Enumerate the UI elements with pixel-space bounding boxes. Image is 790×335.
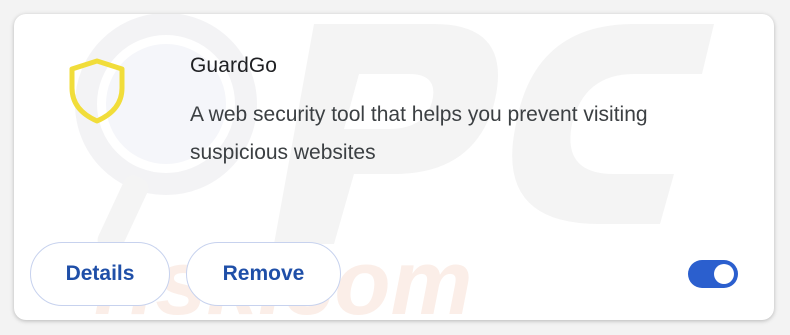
toggle-knob	[714, 264, 734, 284]
remove-button[interactable]: Remove	[186, 242, 341, 306]
extension-description: A web security tool that helps you preve…	[190, 103, 648, 164]
page-background: risk.com GuardGo A web security tool tha…	[0, 0, 790, 335]
shield-icon	[69, 58, 125, 124]
enable-toggle[interactable]	[688, 260, 738, 288]
extension-card: risk.com GuardGo A web security tool tha…	[14, 14, 774, 320]
extension-name: GuardGo	[190, 54, 278, 77]
details-button[interactable]: Details	[30, 242, 170, 306]
